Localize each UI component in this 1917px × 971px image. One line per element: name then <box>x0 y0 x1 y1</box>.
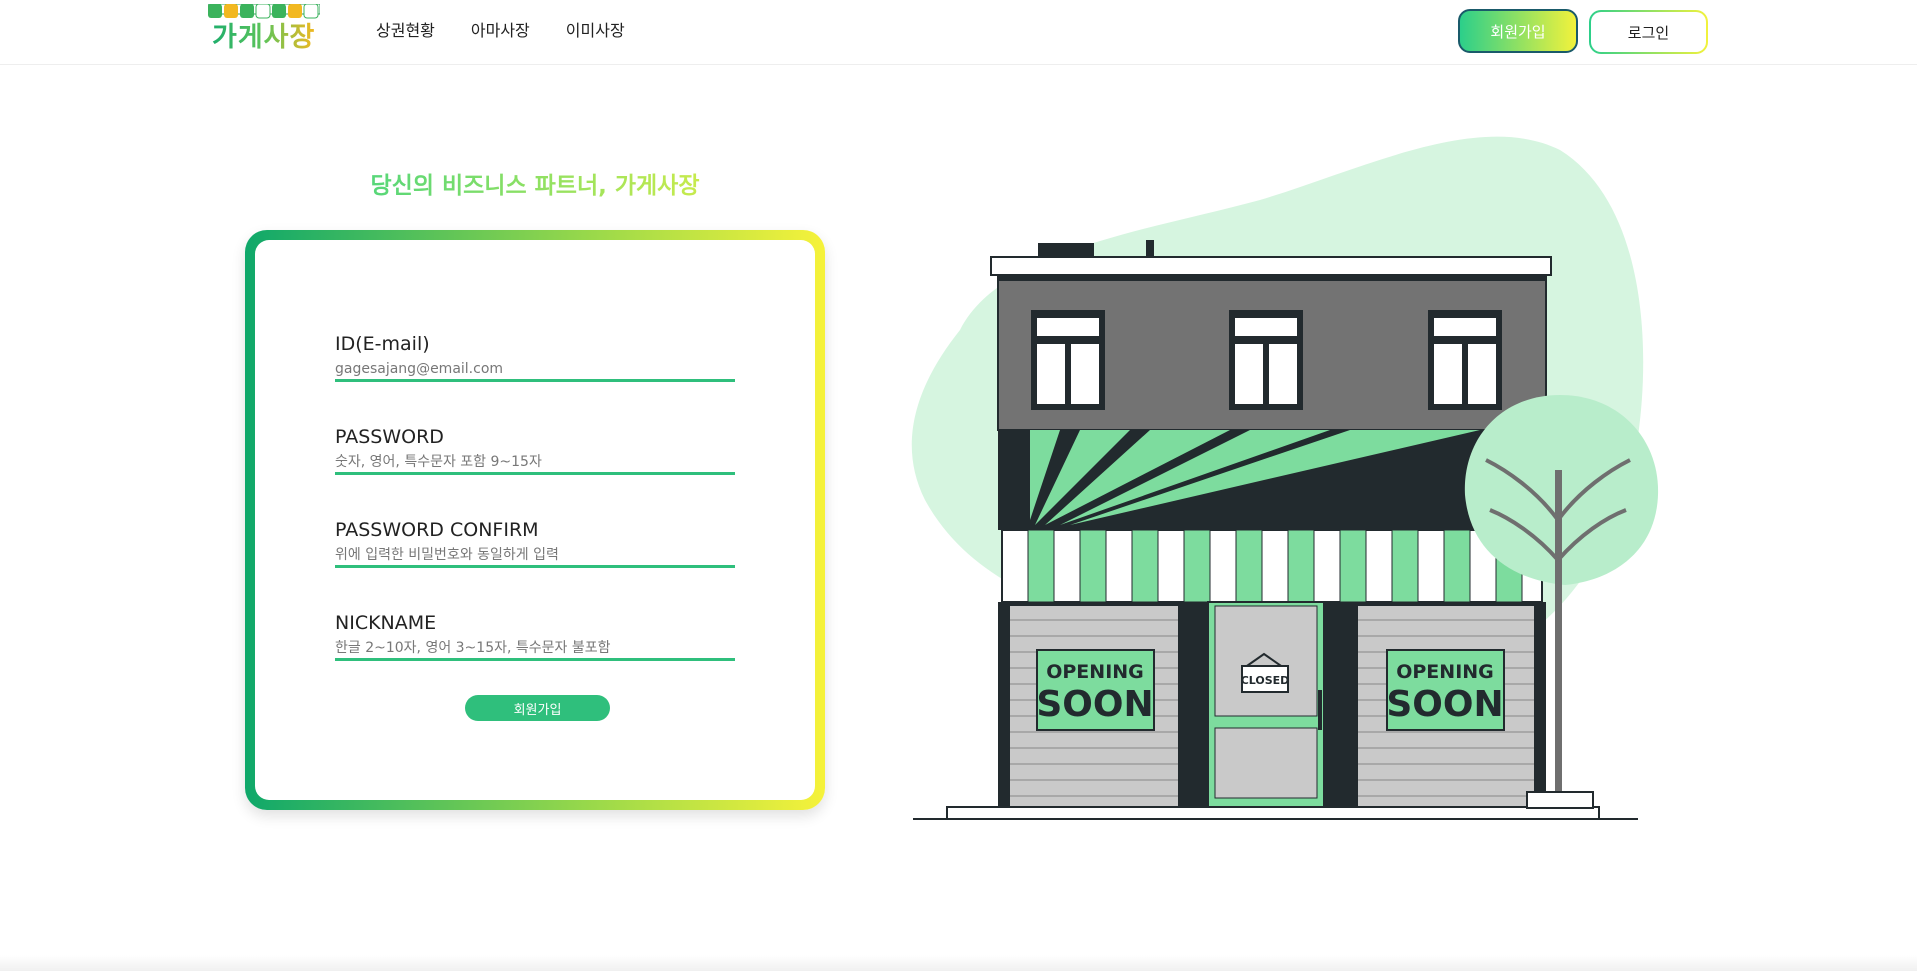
nickname-field-group: NICKNAME <box>335 611 735 661</box>
page-tagline: 당신의 비즈니스 파트너, 가게사장 <box>245 170 825 202</box>
login-button[interactable]: 로그인 <box>1589 10 1708 54</box>
logo-text: 가게사장 <box>212 22 316 53</box>
upper-window-3 <box>1428 310 1502 410</box>
left-sign-line1: OPENING <box>1046 661 1144 683</box>
upper-window-1 <box>1031 310 1105 410</box>
signup-form-frame: ID(E-mail) PASSWORD PASSWORD CONFIRM NIC… <box>245 230 825 810</box>
left-sign-line2: SOON <box>1036 684 1153 725</box>
signup-button[interactable]: 회원가입 <box>1458 9 1578 53</box>
closed-sign-text: CLOSED <box>1241 674 1290 687</box>
password-confirm-label: PASSWORD CONFIRM <box>335 519 539 541</box>
password-confirm-field-group: PASSWORD CONFIRM <box>335 518 735 568</box>
nickname-label: NICKNAME <box>335 612 437 634</box>
nav-item-market-status[interactable]: 상권현황 <box>376 20 435 42</box>
signup-form: ID(E-mail) PASSWORD PASSWORD CONFIRM NIC… <box>255 240 815 800</box>
login-button-label: 로그인 <box>1591 12 1706 52</box>
nav-item-amasajang[interactable]: 아마사장 <box>471 20 530 42</box>
email-label: ID(E-mail) <box>335 333 430 355</box>
password-input[interactable] <box>335 453 735 475</box>
nav-item-imisajang[interactable]: 이미사장 <box>566 20 625 42</box>
password-field-group: PASSWORD <box>335 425 735 475</box>
logo-awning-icon <box>208 4 320 19</box>
top-header: 가게사장 상권현황 아마사장 이미사장 회원가입 로그인 <box>0 0 1917 65</box>
submit-signup-button[interactable]: 회원가입 <box>465 695 610 721</box>
email-input[interactable] <box>335 360 735 382</box>
main-nav: 상권현황 아마사장 이미사장 <box>376 20 625 42</box>
password-confirm-input[interactable] <box>335 546 735 568</box>
logo[interactable]: 가게사장 <box>208 4 320 54</box>
nickname-input[interactable] <box>335 639 735 661</box>
right-sign-line1: OPENING <box>1396 661 1494 683</box>
password-label: PASSWORD <box>335 426 444 448</box>
upper-window-2 <box>1229 310 1303 410</box>
bottom-shadow <box>0 955 1917 971</box>
email-field-group: ID(E-mail) <box>335 332 735 382</box>
storefront-illustration: CLOSED OPENING SOON OPENING SOON <box>911 136 1659 820</box>
right-sign-line2: SOON <box>1386 684 1503 725</box>
